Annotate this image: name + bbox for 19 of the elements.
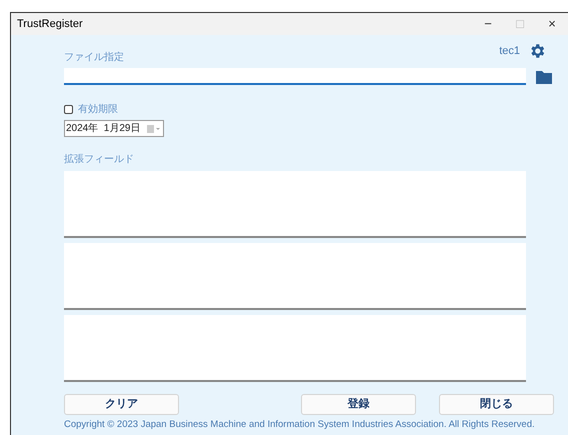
checkbox-label: 有効期限	[78, 102, 118, 117]
extension-field[interactable]	[64, 315, 526, 382]
calendar-icon	[146, 124, 160, 132]
minimize-button[interactable]: −	[472, 14, 504, 34]
window-title: TrustRegister	[17, 16, 84, 32]
file-path-field[interactable]	[64, 68, 526, 85]
extension-field[interactable]	[64, 171, 526, 238]
extension-field[interactable]	[64, 243, 526, 310]
section-label: 拡張フィールド	[64, 152, 134, 167]
user-name: tec1	[499, 44, 520, 59]
folder-icon[interactable]	[536, 70, 552, 84]
date-picker[interactable]: 2024年 1月29日	[64, 120, 164, 137]
field-label: ファイル指定	[64, 50, 124, 65]
expiry-checkbox[interactable]	[64, 105, 73, 114]
action-button[interactable]: 登録	[301, 394, 416, 415]
close-button[interactable]: ×	[536, 14, 568, 34]
action-button[interactable]: クリア	[64, 394, 179, 415]
action-button[interactable]: 閉じる	[439, 394, 554, 415]
copyright-text: Copyright © 2023 Japan Business Machine and Information System Industries Association. All Rights Reserved.	[64, 418, 535, 432]
